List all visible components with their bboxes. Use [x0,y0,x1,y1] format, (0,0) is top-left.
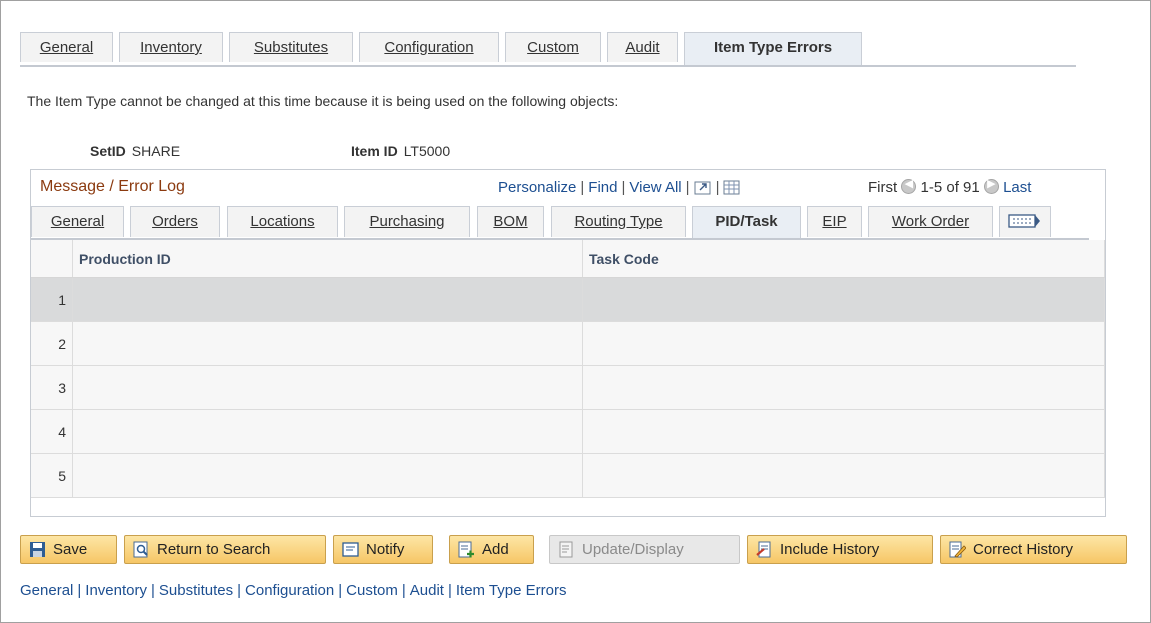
add-button[interactable]: Add [449,535,534,564]
setid-label: SetID [90,143,126,159]
zoom-grid-icon[interactable] [694,180,712,196]
row-number: 3 [31,365,73,410]
production-id-cell [72,409,583,454]
update-display-label: Update/Display [582,541,684,558]
first-label[interactable]: First [868,179,897,196]
show-all-columns-icon [1008,214,1040,228]
column-header-task-code[interactable]: Task Code [582,240,1105,278]
include-history-label: Include History [780,541,880,558]
setid-value: SHARE [131,143,181,159]
production-id-cell [72,453,583,498]
last-link[interactable]: Last [1003,179,1031,196]
footer-link-substitutes[interactable]: Substitutes [159,582,233,599]
correct-history-icon [949,541,966,558]
footer-link-general[interactable]: General [20,582,73,599]
row-number: 2 [31,321,73,366]
subtab-routing-type[interactable]: Routing Type [551,206,686,237]
include-history-icon [756,541,771,558]
row-number: 1 [31,277,73,322]
subtab-general[interactable]: General [31,206,124,237]
subtab-orders[interactable]: Orders [130,206,220,237]
item-id-value: LT5000 [403,143,451,159]
subtab-pid-task[interactable]: PID/Task [692,206,801,238]
save-icon [30,542,45,557]
task-code-cell [582,453,1105,498]
footer-link-custom[interactable]: Custom [346,582,398,599]
footer-link-configuration[interactable]: Configuration [245,582,334,599]
grid-sub-tab-bar: General Orders Locations Purchasing BOM … [31,204,1089,240]
previous-arrow-icon[interactable]: ◀ [901,178,917,194]
row-number: 5 [31,453,73,498]
grid-header: Message / Error Log Personalize | Find | Vie… [31,170,1105,205]
footer-links: General | Inventory | Substitutes | Configurat… [20,582,567,599]
pagination: First ◀ 1-5 of 91 ▶ Last [868,178,1031,196]
subtab-locations[interactable]: Locations [227,206,338,237]
personalize-link[interactable]: Personalize [498,179,576,196]
correct-history-button[interactable]: Correct History [940,535,1127,564]
footer-link-audit[interactable]: Audit [410,582,444,599]
tab-inventory[interactable]: Inventory [119,32,223,62]
view-all-link[interactable]: View All [629,179,681,196]
info-message: The Item Type cannot be changed at this … [27,93,619,109]
table-row[interactable]: 2 [31,321,1105,366]
save-label: Save [53,541,88,558]
notify-label: Notify [366,541,405,558]
pid-task-table: Production ID Task Code 1 2 3 4 5 [31,240,1105,498]
tab-audit[interactable]: Audit [607,32,678,62]
task-code-cell [582,365,1105,410]
row-number-header [31,240,73,278]
update-display-icon [559,541,573,558]
row-number: 4 [31,409,73,454]
tab-substitutes[interactable]: Substitutes [229,32,353,62]
subtab-bom[interactable]: BOM [477,206,544,237]
top-tab-bar: General Inventory Substitutes Configurat… [20,32,1076,67]
save-button[interactable]: Save [20,535,117,564]
task-code-cell [582,277,1105,322]
row-range: 1-5 of 91 [920,179,980,196]
next-arrow-icon[interactable]: ▶ [983,178,999,194]
task-code-cell [582,321,1105,366]
table-row[interactable]: 4 [31,409,1105,454]
subtab-purchasing[interactable]: Purchasing [344,206,470,237]
production-id-cell [72,277,583,322]
error-log-grid: Message / Error Log Personalize | Find | Vie… [30,169,1106,517]
find-link[interactable]: Find [588,179,617,196]
notify-button[interactable]: Notify [333,535,433,564]
show-all-columns-tab[interactable] [999,206,1051,237]
return-to-search-button[interactable]: Return to Search [124,535,326,564]
add-icon [458,541,474,558]
tab-custom[interactable]: Custom [505,32,601,62]
item-id-field: Item ID LT5000 [351,143,450,159]
item-id-label: Item ID [351,143,398,159]
download-spreadsheet-icon[interactable] [723,180,741,196]
footer-link-inventory[interactable]: Inventory [85,582,147,599]
correct-history-label: Correct History [973,541,1074,558]
return-to-search-icon [133,541,148,558]
tab-configuration[interactable]: Configuration [359,32,499,62]
grid-toolbar: Personalize | Find | View All | | [498,179,741,196]
update-display-button[interactable]: Update/Display [549,535,740,564]
include-history-button[interactable]: Include History [747,535,933,564]
table-header-row: Production ID Task Code [31,240,1105,278]
subtab-work-order[interactable]: Work Order [868,206,993,237]
grid-title: Message / Error Log [40,178,185,195]
add-label: Add [482,541,509,558]
setid-field: SetID SHARE [90,143,180,159]
subtab-eip[interactable]: EIP [807,206,862,237]
production-id-cell [72,321,583,366]
notify-icon [342,542,359,557]
table-row[interactable]: 5 [31,453,1105,498]
tab-general[interactable]: General [20,32,113,62]
column-header-production-id[interactable]: Production ID [72,240,583,278]
return-to-search-label: Return to Search [157,541,271,558]
production-id-cell [72,365,583,410]
footer-link-item-type-errors[interactable]: Item Type Errors [456,582,567,599]
table-row[interactable]: 3 [31,365,1105,410]
task-code-cell [582,409,1105,454]
table-row[interactable]: 1 [31,277,1105,322]
tab-item-type-errors[interactable]: Item Type Errors [684,32,862,65]
